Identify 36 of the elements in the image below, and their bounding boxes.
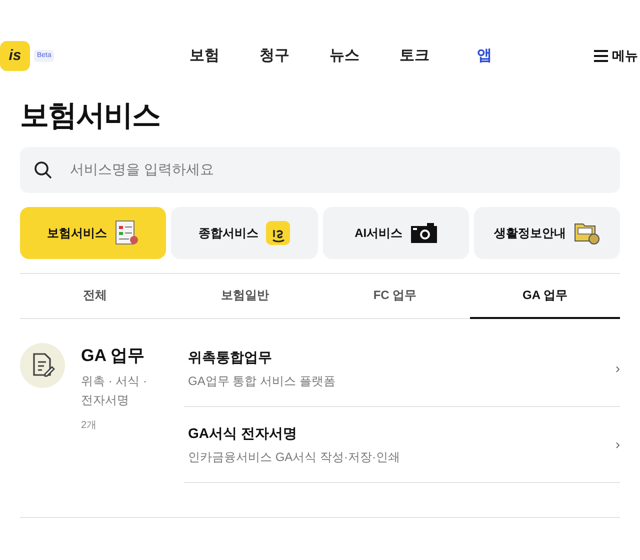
- item-title: 위촉통합업무: [188, 348, 273, 366]
- category-tab[interactable]: 보험서비스: [20, 206, 166, 258]
- search-icon: [34, 160, 52, 178]
- nav-link[interactable]: 보험: [169, 44, 240, 68]
- nav-link[interactable]: 앱: [449, 44, 520, 68]
- document-icon: [115, 220, 140, 246]
- nav-link[interactable]: 토크: [379, 44, 450, 68]
- logo-icon: [266, 220, 290, 244]
- nav-link[interactable]: 청구: [239, 44, 310, 68]
- item-title: GA서식 전자서명: [188, 424, 298, 442]
- service-item[interactable]: 위촉통합업무 GA업무 통합 서비스 플랫폼 ›: [184, 330, 620, 406]
- category-tab[interactable]: 생활정보안내: [474, 206, 620, 258]
- search-bar[interactable]: 서비스명을 입력하세요: [20, 146, 620, 192]
- chevron-icon: ›: [615, 434, 620, 454]
- category-tab[interactable]: AI서비스: [322, 206, 469, 258]
- section-description: 위촉 · 서식 · 전자서명: [81, 373, 148, 410]
- filter-tab[interactable]: FC 업무: [320, 274, 470, 318]
- nav-link[interactable]: 뉴스: [309, 44, 380, 68]
- item-subtitle: GA업무 통합 서비스 플랫폼: [188, 372, 336, 390]
- filter-tab[interactable]: 보험일반: [170, 274, 320, 318]
- search-field[interactable]: 서비스명을 입력하세요: [68, 158, 606, 181]
- camera-icon: [410, 222, 437, 242]
- filter-tab[interactable]: 전체: [20, 274, 170, 318]
- item-subtitle: 인카금융서비스 GA서식 작성·저장·인쇄: [188, 448, 400, 466]
- filter-tab[interactable]: GA 업무: [470, 274, 620, 318]
- page-title: 보험서비스: [20, 99, 161, 134]
- category-tab[interactable]: 종합서비스: [171, 206, 318, 258]
- app-logo[interactable]: is: [0, 41, 30, 71]
- menu-button[interactable]: 메뉴: [594, 46, 638, 66]
- chevron-icon: ›: [615, 358, 620, 378]
- section-icon: [20, 342, 65, 388]
- menu-icon: [594, 50, 608, 62]
- section-title: GA 업무: [81, 344, 146, 366]
- folder-icon: [574, 220, 600, 244]
- item-count: 2개: [81, 419, 98, 434]
- service-item[interactable]: GA서식 전자서명 인카금융서비스 GA서식 작성·저장·인쇄 ›: [184, 406, 620, 482]
